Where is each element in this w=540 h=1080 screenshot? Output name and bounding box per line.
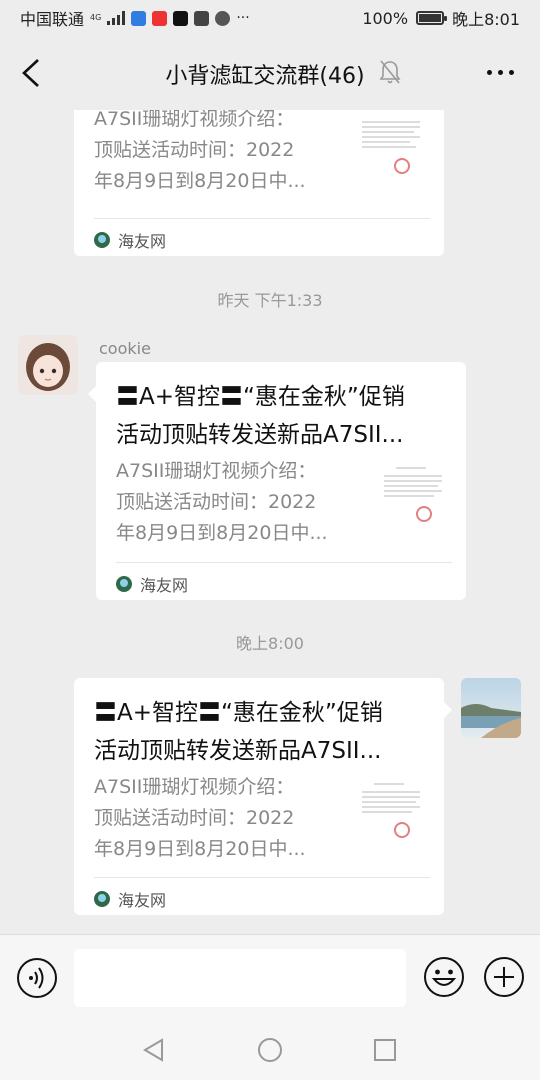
link-title: 〓A+智控〓“惠在金秋”促销 活动顶贴转发送新品A7SII... <box>116 384 405 448</box>
link-card-message[interactable]: 〓A+智控〓“惠在金秋”促销 活动顶贴转发送新品A7SII... A7SII珊瑚… <box>74 678 444 915</box>
toutiao-icon <box>152 10 168 26</box>
link-thumbnail <box>354 114 428 188</box>
timestamp: 晚上8:00 <box>236 634 304 653</box>
more-options-button[interactable] <box>487 70 514 75</box>
link-title: 〓A+智控〓“惠在金秋”促销 活动顶贴转发送新品A7SII... <box>94 700 383 764</box>
system-navigation-bar <box>0 1020 540 1080</box>
signal-icon <box>107 11 126 25</box>
link-source: 海友网 <box>94 887 166 911</box>
battery-percent: 100% <box>362 8 409 28</box>
plus-circle-icon[interactable] <box>482 955 526 999</box>
link-description: A7SII珊瑚灯视频介绍： 顶贴送活动时间：2022 年8月9日到8月20日中.… <box>94 776 306 860</box>
more-horizontal-icon <box>487 70 492 75</box>
link-card-message[interactable]: 〓A+智控〓“惠在金秋”促销 活动顶贴转发送新品A7SII... A7SII珊瑚… <box>96 362 466 600</box>
haiyou-logo-icon <box>94 891 110 907</box>
link-source: 海友网 <box>116 572 188 596</box>
battery-icon <box>416 11 448 25</box>
more-notifications-icon: ··· <box>236 10 250 26</box>
group-title: 小背滤缸交流群(46) <box>165 64 365 89</box>
link-description: A7SII珊瑚灯视频介绍： 顶贴送活动时间：2022 年8月9日到8月20日中.… <box>116 460 328 544</box>
circle-home-icon[interactable] <box>256 1036 284 1064</box>
link-source: 海友网 <box>94 228 166 252</box>
emoji-icon[interactable] <box>422 955 466 999</box>
avatar[interactable] <box>18 335 78 395</box>
square-recent-icon[interactable] <box>371 1036 399 1064</box>
bell-off-icon <box>379 60 401 84</box>
link-thumbnail <box>354 778 428 852</box>
input-bar <box>0 934 540 1020</box>
haiyou-logo-icon <box>116 576 132 592</box>
link-thumbnail <box>376 462 450 536</box>
voice-icon[interactable] <box>16 957 58 999</box>
chat-header: 小背滤缸交流群(46) <box>0 36 540 110</box>
tiktok-icon <box>173 10 189 26</box>
timestamp: 昨天 下午1:33 <box>217 291 323 310</box>
status-bar: 中国联通 4G ··· 100% 晚上8:01 <box>0 0 540 36</box>
triangle-back-icon[interactable] <box>140 1036 168 1064</box>
link-card-message[interactable]: A7SII珊瑚灯视频介绍： 顶贴送活动时间：2022 年8月9日到8月20日中.… <box>74 110 444 256</box>
carrier-label: 中国联通 <box>20 10 85 29</box>
my-avatar[interactable] <box>461 678 521 738</box>
browser-icon <box>215 10 231 26</box>
clock: 晚上8:01 <box>452 10 520 29</box>
network-type-label: 4G <box>90 13 102 22</box>
link-description: A7SII珊瑚灯视频介绍： 顶贴送活动时间：2022 年8月9日到8月20日中.… <box>94 110 306 192</box>
message-list[interactable]: A7SII珊瑚灯视频介绍： 顶贴送活动时间：2022 年8月9日到8月20日中.… <box>0 110 540 934</box>
message-icon <box>194 10 210 26</box>
sender-name: cookie <box>99 339 151 358</box>
message-input[interactable] <box>74 949 406 1007</box>
app-notification-icon <box>131 10 147 26</box>
haiyou-logo-icon <box>94 232 110 248</box>
